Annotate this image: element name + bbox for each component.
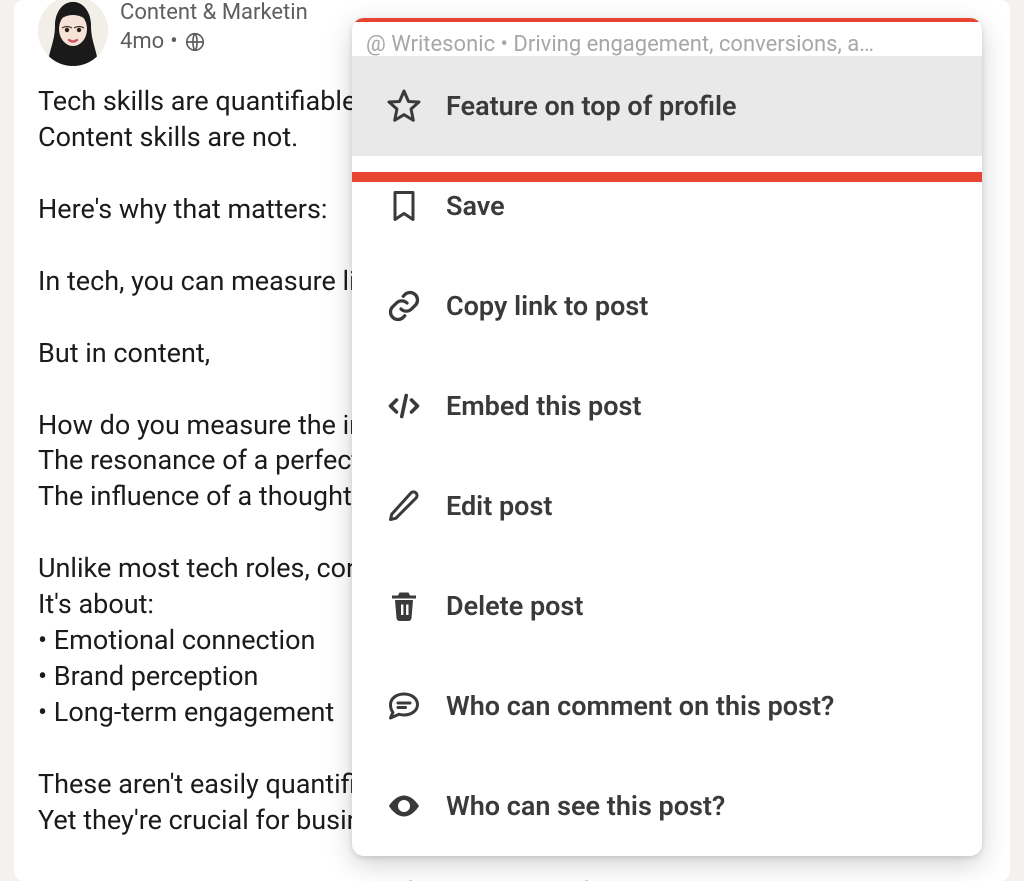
pencil-icon bbox=[386, 488, 422, 524]
menu-item-delete[interactable]: Delete post bbox=[352, 556, 982, 656]
menu-item-feature[interactable]: Feature on top of profile bbox=[352, 56, 982, 156]
menu-item-label: Copy link to post bbox=[446, 290, 648, 322]
comment-icon bbox=[386, 688, 422, 724]
menu-item-label: Who can comment on this post? bbox=[446, 690, 834, 722]
menu-item-label: Feature on top of profile bbox=[446, 90, 737, 122]
menu-item-label: Edit post bbox=[446, 490, 552, 522]
menu-item-copy[interactable]: Copy link to post bbox=[352, 256, 982, 356]
star-icon bbox=[386, 88, 422, 124]
menu-item-save[interactable]: Save bbox=[352, 156, 982, 256]
globe-icon bbox=[184, 31, 206, 53]
avatar-image bbox=[38, 0, 108, 66]
menu-item-label: Who can see this post? bbox=[446, 790, 725, 822]
trash-icon bbox=[386, 588, 422, 624]
menu-item-label: Save bbox=[446, 190, 505, 222]
menu-item-see[interactable]: Who can see this post? bbox=[352, 756, 982, 856]
dot-separator: • bbox=[170, 29, 177, 54]
menu-item-label: Embed this post bbox=[446, 390, 641, 422]
code-icon bbox=[386, 388, 422, 424]
post-card: Content & Marketin 4mo • Tech sk bbox=[14, 0, 1010, 881]
menu-item-comment[interactable]: Who can comment on this post? bbox=[352, 656, 982, 756]
link-icon bbox=[386, 288, 422, 324]
bookmark-icon bbox=[386, 188, 422, 224]
menu-item-label: Delete post bbox=[446, 590, 583, 622]
post-time: 4mo bbox=[120, 29, 164, 54]
menu-item-edit[interactable]: Edit post bbox=[352, 456, 982, 556]
menu-item-embed[interactable]: Embed this post bbox=[352, 356, 982, 456]
post-line: This is why content creation is both an … bbox=[38, 875, 986, 881]
eye-icon bbox=[386, 788, 422, 824]
post-actions-dropdown: @ Writesonic • Driving engagement, conve… bbox=[352, 18, 982, 856]
avatar[interactable] bbox=[38, 0, 108, 66]
page-root: Content & Marketin 4mo • Tech sk bbox=[0, 0, 1024, 881]
